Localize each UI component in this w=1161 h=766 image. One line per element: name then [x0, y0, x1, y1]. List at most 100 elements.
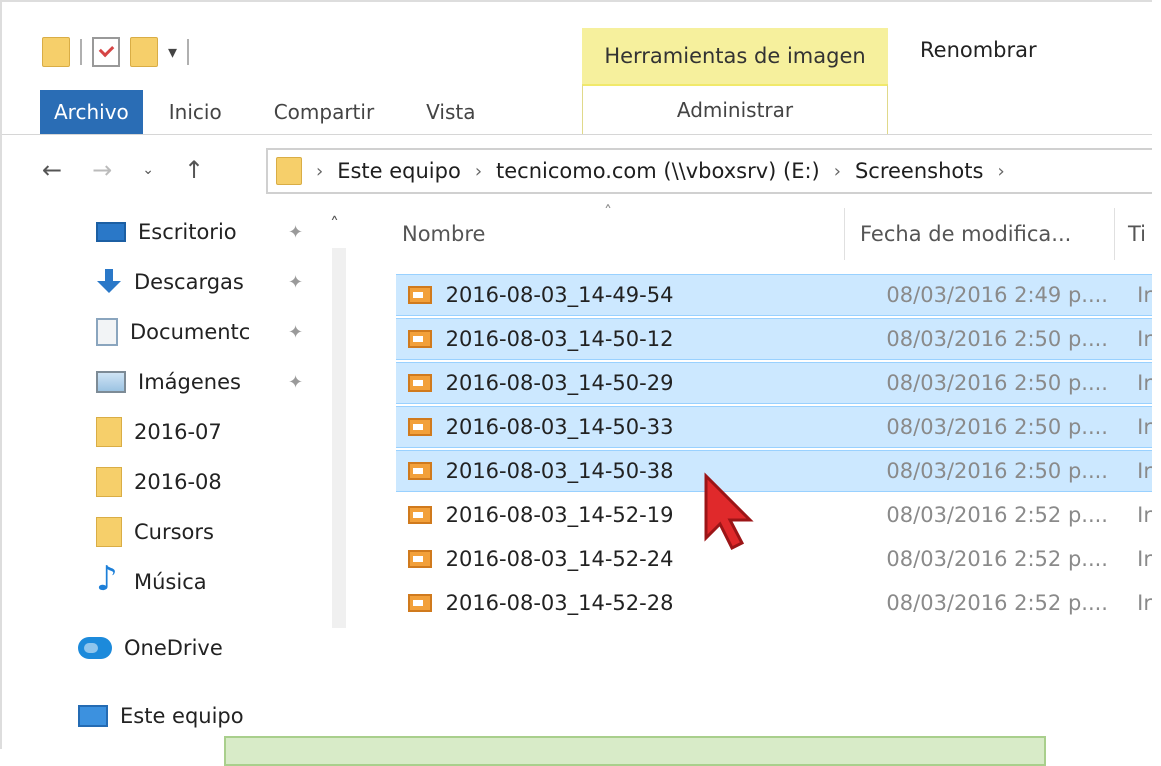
file-row[interactable]: 2016-08-03_14-50-12 08/03/2016 2:50 p...…	[396, 318, 1152, 360]
computer-icon	[78, 705, 108, 727]
file-row[interactable]: 2016-08-03_14-49-54 08/03/2016 2:49 p...…	[396, 274, 1152, 316]
nav-item-label: Escritorio	[138, 220, 237, 244]
chevron-right-icon[interactable]: ›	[316, 161, 323, 182]
nav-item-cursors[interactable]: Cursors	[96, 512, 214, 552]
column-separator[interactable]	[844, 208, 845, 260]
file-name: 2016-08-03_14-50-29	[445, 371, 674, 395]
image-file-icon	[408, 462, 432, 480]
image-file-icon	[408, 374, 432, 392]
file-date: 08/03/2016 2:50 p....	[886, 327, 1108, 351]
file-name: 2016-08-03_14-50-38	[445, 459, 674, 483]
folder-icon	[276, 157, 302, 185]
file-type: Ir	[1137, 283, 1152, 307]
nav-item-music[interactable]: Música	[96, 559, 207, 602]
column-header-date[interactable]: Fecha de modifica...	[860, 208, 1071, 260]
pin-icon[interactable]: ✦	[288, 272, 303, 293]
document-icon	[96, 318, 118, 346]
back-arrow-icon[interactable]: ←	[42, 156, 62, 184]
navigation-buttons: ← → ⌄ ↑	[42, 148, 204, 192]
file-type: Ir	[1137, 503, 1152, 527]
folder-icon[interactable]	[42, 37, 70, 67]
nav-item-2016-08[interactable]: 2016-08	[96, 462, 222, 502]
file-row[interactable]: 2016-08-03_14-50-38 08/03/2016 2:50 p...…	[396, 450, 1152, 492]
image-file-icon	[408, 550, 432, 568]
file-type: Ir	[1137, 459, 1152, 483]
nav-item-this-pc[interactable]: Este equipo	[78, 696, 244, 736]
pin-icon[interactable]: ✦	[288, 372, 303, 393]
image-tools-tab-group: Herramientas de imagen	[582, 28, 888, 84]
chevron-right-icon[interactable]: ›	[475, 161, 482, 182]
download-icon	[96, 269, 122, 295]
file-name: 2016-08-03_14-49-54	[445, 283, 674, 307]
tab-manage[interactable]: Administrar	[582, 84, 888, 134]
nav-item-label: 2016-07	[134, 420, 222, 444]
pin-icon[interactable]: ✦	[288, 322, 303, 343]
nav-item-onedrive[interactable]: OneDrive	[78, 628, 223, 668]
file-name: 2016-08-03_14-50-33	[445, 415, 674, 439]
mouse-cursor-icon	[704, 472, 754, 551]
nav-item-pictures[interactable]: Imágenes	[96, 362, 241, 402]
file-date: 08/03/2016 2:49 p....	[886, 283, 1108, 307]
nav-item-label: Cursors	[134, 520, 214, 544]
file-name: 2016-08-03_14-52-24	[445, 547, 674, 571]
nav-item-label: Imágenes	[138, 370, 241, 394]
file-date: 08/03/2016 2:52 p....	[886, 591, 1108, 615]
recent-locations-chevron-icon[interactable]: ⌄	[142, 162, 154, 178]
folder-icon	[96, 417, 122, 447]
file-name: 2016-08-03_14-52-19	[445, 503, 674, 527]
address-bar[interactable]: › Este equipo › tecnicomo.com (\\vboxsrv…	[266, 148, 1152, 194]
file-type: Ir	[1137, 547, 1152, 571]
file-row[interactable]: 2016-08-03_14-50-29 08/03/2016 2:50 p...…	[396, 362, 1152, 404]
chevron-right-icon[interactable]: ›	[834, 161, 841, 182]
column-header-name[interactable]: Nombre	[402, 208, 485, 260]
nav-item-label: Este equipo	[120, 704, 244, 728]
customize-toolbar-dropdown-icon[interactable]: ▾	[168, 42, 177, 63]
image-file-icon	[408, 506, 432, 524]
column-header-type[interactable]: Ti	[1128, 208, 1146, 260]
forward-arrow-icon[interactable]: →	[92, 156, 112, 184]
file-date: 08/03/2016 2:52 p....	[886, 547, 1108, 571]
file-type: Ir	[1137, 591, 1152, 615]
file-date: 08/03/2016 2:50 p....	[886, 459, 1108, 483]
new-folder-icon[interactable]	[130, 37, 158, 67]
file-name: 2016-08-03_14-50-12	[445, 327, 674, 351]
pin-icon[interactable]: ✦	[288, 222, 303, 243]
collapse-arrow-icon[interactable]: ˄	[330, 214, 339, 235]
file-date: 08/03/2016 2:52 p....	[886, 503, 1108, 527]
breadcrumb-drive[interactable]: tecnicomo.com (\\vboxsrv) (E:)	[496, 159, 820, 183]
image-file-icon	[408, 330, 432, 348]
file-row[interactable]: 2016-08-03_14-50-33 08/03/2016 2:50 p...…	[396, 406, 1152, 448]
image-file-icon	[408, 418, 432, 436]
file-row[interactable]: 2016-08-03_14-52-24 08/03/2016 2:52 p...…	[396, 538, 1152, 580]
nav-item-documents[interactable]: Documentc	[96, 312, 250, 352]
nav-scrollbar[interactable]	[332, 248, 346, 628]
tab-view[interactable]: Vista	[400, 90, 501, 134]
column-separator[interactable]	[1114, 208, 1115, 260]
properties-icon[interactable]	[92, 37, 120, 67]
nav-item-desktop[interactable]: Escritorio	[96, 212, 237, 252]
file-date: 08/03/2016 2:50 p....	[886, 371, 1108, 395]
tab-home[interactable]: Inicio	[143, 90, 248, 134]
up-arrow-icon[interactable]: ↑	[184, 156, 204, 184]
chevron-right-icon[interactable]: ›	[997, 161, 1004, 182]
file-type: Ir	[1137, 371, 1152, 395]
nav-item-downloads[interactable]: Descargas	[96, 262, 244, 302]
breadcrumb-screenshots[interactable]: Screenshots	[855, 159, 983, 183]
sort-ascending-icon: ˄	[604, 202, 612, 221]
nav-item-2016-07[interactable]: 2016-07	[96, 412, 222, 452]
breadcrumb-this-pc[interactable]: Este equipo	[337, 159, 461, 183]
tab-share[interactable]: Compartir	[248, 90, 400, 134]
nav-item-label: Documentc	[130, 320, 251, 344]
file-date: 08/03/2016 2:50 p....	[886, 415, 1108, 439]
file-row[interactable]: 2016-08-03_14-52-19 08/03/2016 2:52 p...…	[396, 494, 1152, 536]
folder-icon	[96, 467, 122, 497]
quick-access-toolbar: ▾	[42, 32, 190, 72]
pictures-icon	[96, 371, 126, 393]
folder-icon	[96, 517, 122, 547]
file-row[interactable]: 2016-08-03_14-52-28 08/03/2016 2:52 p...…	[396, 582, 1152, 624]
nav-item-label: Música	[134, 570, 207, 594]
file-name: 2016-08-03_14-52-28	[445, 591, 674, 615]
navigation-pane: ˄ Escritorio ✦ Descargas ✦ Documentc ✦ I…	[62, 208, 352, 728]
tab-file[interactable]: Archivo	[40, 90, 143, 134]
file-explorer-window: ▾ Herramientas de imagen Administrar Ren…	[0, 0, 1152, 766]
